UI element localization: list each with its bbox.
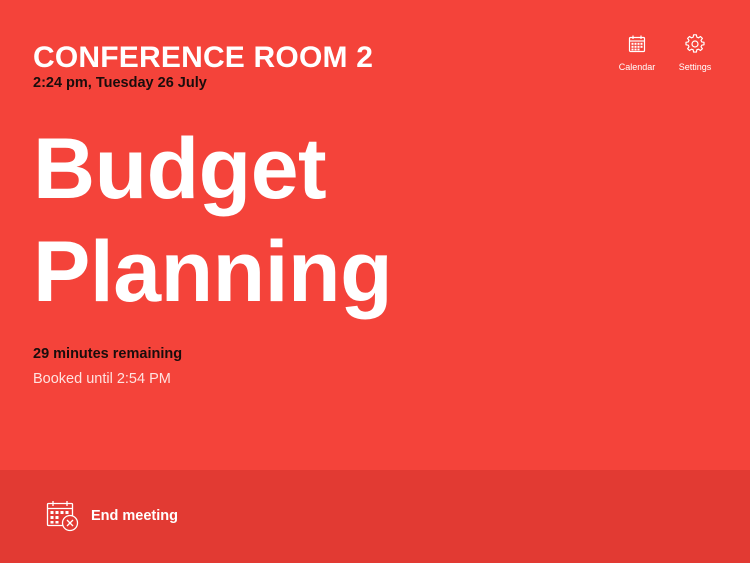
end-meeting-label: End meeting	[91, 508, 179, 524]
time-remaining: 29 minutes remaining	[33, 346, 183, 362]
booked-until: Booked until 2:54 PM	[33, 371, 171, 387]
end-meeting-button[interactable]: End meeting	[46, 500, 178, 532]
meeting-title-line-1: Budget	[33, 121, 327, 217]
gear-icon	[685, 34, 705, 53]
meeting-title-line-2: Planning	[33, 224, 393, 320]
calendar-button[interactable]: Calendar	[616, 34, 658, 72]
meeting-title: Budget Planning	[33, 118, 393, 324]
footer-bar: End meeting	[0, 470, 750, 563]
calendar-icon	[628, 35, 646, 53]
current-datetime: 2:24 pm, Tuesday 26 July	[33, 75, 207, 91]
settings-label: Settings	[678, 62, 712, 72]
toolbar: Calendar Settings	[616, 34, 716, 72]
calendar-label: Calendar	[618, 62, 656, 72]
calendar-cancel-icon	[46, 501, 79, 532]
room-display-screen: CONFERENCE ROOM 2 2:24 pm, Tuesday 26 Ju…	[0, 0, 750, 563]
settings-button[interactable]: Settings	[674, 34, 716, 72]
room-name: CONFERENCE ROOM 2	[33, 41, 374, 74]
